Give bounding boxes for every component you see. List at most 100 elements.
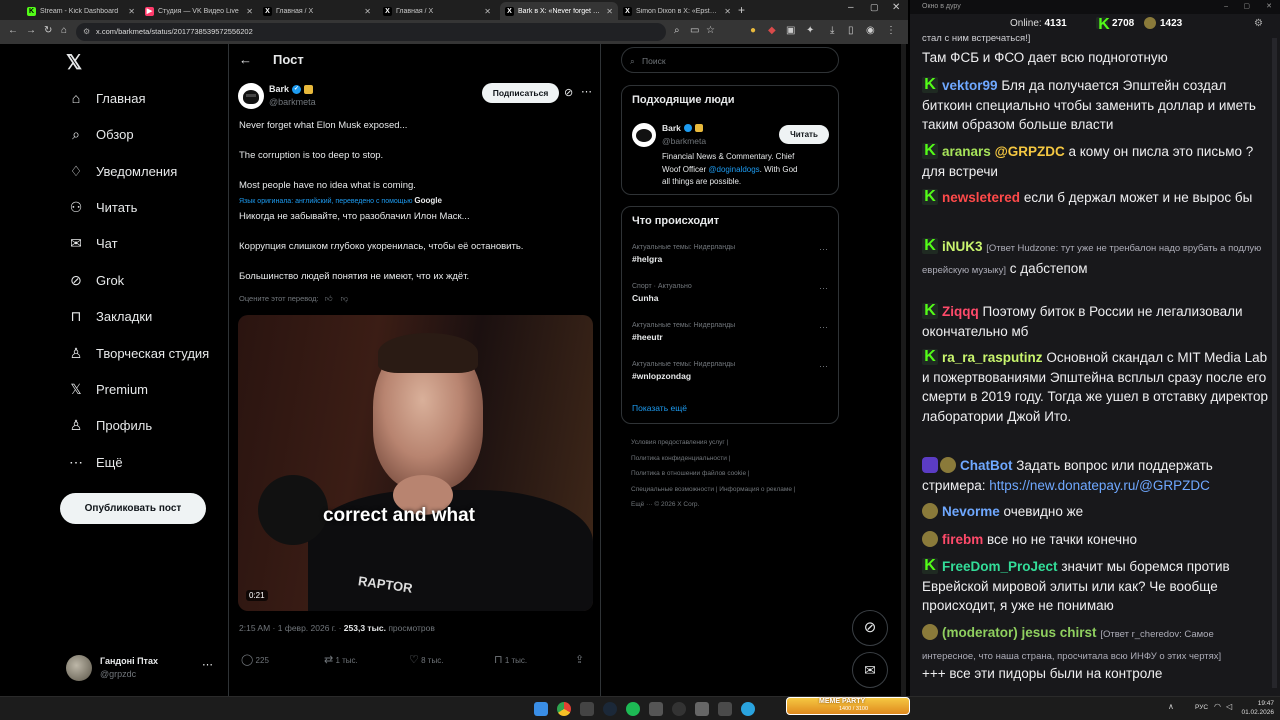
chat-username[interactable]: ra_ra_rasputinz	[942, 350, 1043, 365]
nav-item[interactable]: ⊘ Grok	[68, 272, 124, 288]
grok-float-button[interactable]: ⊘	[852, 610, 888, 646]
chrome-icon[interactable]	[557, 702, 571, 716]
tab-close-icon[interactable]: ✕	[128, 7, 135, 16]
steam-icon[interactable]	[603, 702, 617, 716]
page-scrollbar[interactable]	[901, 44, 906, 696]
nav-item[interactable]: ♙ Творческая студия	[68, 345, 210, 361]
volume-icon[interactable]: ◁	[1226, 702, 1232, 711]
follow-button[interactable]: Читать	[779, 125, 829, 144]
share-icon[interactable]: ⇪	[575, 653, 584, 666]
chat-minimize-button[interactable]: –	[1224, 0, 1228, 14]
window-maximize-button[interactable]: ▢	[870, 2, 879, 13]
site-info-icon[interactable]: ⚙	[83, 23, 90, 41]
chat-username[interactable]: aranars	[942, 144, 991, 159]
nav-item[interactable]: ⌂ Главная	[68, 90, 146, 106]
back-arrow-icon[interactable]: ←	[239, 52, 252, 67]
trend-item[interactable]: Спорт · Актуально Cunha ⋯	[632, 283, 828, 303]
footer-link[interactable]: Политика в отношении файлов cookie	[631, 470, 746, 477]
suggested-name[interactable]: Bark	[662, 123, 703, 133]
suggested-avatar[interactable]	[632, 123, 656, 147]
post-more-icon[interactable]: ⋯	[581, 85, 592, 98]
translation-note[interactable]: Язык оригинала: английский, переведено с…	[239, 196, 442, 205]
messages-float-button[interactable]: ✉	[852, 652, 888, 688]
nav-item[interactable]: ⌕ Обзор	[68, 126, 133, 142]
reload-icon[interactable]: ↻	[44, 25, 52, 36]
window-minimize-button[interactable]: –	[848, 2, 854, 13]
new-tab-button[interactable]: +	[738, 3, 745, 17]
meme-party-widget[interactable]: MEME PARTY 1400 / 3100	[786, 697, 910, 715]
mention-link[interactable]: @doginaldogs	[708, 165, 759, 174]
thumbs-up-icon[interactable]: 👍︎	[325, 294, 333, 303]
nav-item[interactable]: ♙ Профиль	[68, 417, 152, 433]
telegram-icon[interactable]	[741, 702, 755, 716]
footer-link[interactable]: Политика конфиденциальности	[631, 455, 727, 462]
chat-username[interactable]: iNUK3	[942, 239, 983, 254]
tab-close-icon[interactable]: ✕	[724, 7, 731, 16]
chat-username[interactable]: FreeDom_ProJect	[942, 559, 1058, 574]
bookmark-button[interactable]: ⊓ 1 тыс.	[494, 653, 527, 666]
chat-mention[interactable]: @GRPZDC	[995, 144, 1065, 159]
nav-item[interactable]: ⋯ Ещё	[68, 454, 123, 470]
menu-dots-icon[interactable]: ⋮	[886, 25, 896, 36]
obs-icon[interactable]	[672, 702, 686, 716]
browser-tab[interactable]: X Главная / X ✕	[258, 2, 376, 20]
chat-maximize-button[interactable]: ▢	[1243, 0, 1250, 14]
chat-username[interactable]: newsletered	[942, 190, 1020, 205]
back-icon[interactable]: ←	[8, 25, 18, 36]
trend-item[interactable]: Актуальные темы: Нидерланды #wnlopzondag ⋯	[632, 361, 828, 381]
windows-start-icon[interactable]	[534, 702, 548, 716]
author-name[interactable]: Bark ✓	[269, 84, 314, 94]
taskbar-app-icon[interactable]	[695, 702, 709, 716]
account-switcher[interactable]: Гандоні Птах @grpzdc ⋯	[66, 654, 216, 682]
browser-tab[interactable]: X Главная / X ✕	[378, 2, 496, 20]
grok-icon[interactable]: ⊘	[564, 86, 573, 99]
trend-more-icon[interactable]: ⋯	[819, 283, 828, 294]
chat-username[interactable]: firebm	[942, 532, 983, 547]
profile-browser-icon[interactable]: ◉	[866, 25, 875, 36]
browser-tab[interactable]: X Simon Dixon в X: «Epstein files» ✕	[618, 2, 736, 20]
nav-item[interactable]: ♢ Уведомления	[68, 163, 178, 179]
chat-username[interactable]: vektor99	[942, 78, 998, 93]
clock[interactable]: 19:47 01.02.2026	[1238, 699, 1274, 717]
more-icon[interactable]: ⋯	[202, 658, 213, 671]
thumbs-down-icon[interactable]: 👎︎	[341, 294, 349, 303]
tab-close-icon[interactable]: ✕	[606, 7, 613, 16]
home-browser-icon[interactable]: ⌂	[61, 25, 67, 36]
nav-item[interactable]: ⊓ Закладки	[68, 308, 153, 324]
tab-close-icon[interactable]: ✕	[246, 7, 253, 16]
post-video[interactable]: RAPTOR correct and what 0:21	[238, 315, 593, 611]
chat-username[interactable]: Nevorme	[942, 504, 1000, 519]
footer-link[interactable]: Информация о рекламе	[719, 486, 792, 493]
taskbar-app-icon[interactable]	[580, 702, 594, 716]
show-more-link[interactable]: Показать ещё	[632, 403, 687, 413]
x-logo-icon[interactable]: 𝕏	[66, 50, 82, 75]
nav-item[interactable]: 𝕏 Premium	[68, 381, 148, 397]
url-bar[interactable]: ⚙ x.com/barkmeta/status/2017738539572556…	[76, 23, 666, 41]
trend-item[interactable]: Актуальные темы: Нидерланды #heeutr ⋯	[632, 322, 828, 342]
footer-link[interactable]: Условия предоставления услуг	[631, 439, 725, 446]
nav-item[interactable]: ✉ Чат	[68, 235, 117, 251]
taskbar-app-icon[interactable]	[649, 702, 663, 716]
publish-post-button[interactable]: Опубликовать пост	[60, 493, 206, 524]
subscribe-button[interactable]: Подписаться	[482, 83, 559, 103]
search-box[interactable]: ⌕ Поиск	[621, 47, 839, 73]
trend-more-icon[interactable]: ⋯	[819, 361, 828, 372]
chat-username[interactable]: Ziqqq	[942, 304, 979, 319]
like-button[interactable]: ♡ 8 тыс.	[409, 653, 443, 666]
network-icon[interactable]: ◠	[1214, 702, 1221, 711]
language-indicator[interactable]: РУС	[1195, 704, 1208, 711]
chat-close-button[interactable]: ✕	[1266, 0, 1272, 14]
nav-item[interactable]: ⚇ Читать	[68, 199, 138, 215]
author-avatar[interactable]	[238, 83, 264, 109]
taskbar-app-icon[interactable]	[718, 702, 732, 716]
forward-icon[interactable]: →	[26, 25, 36, 36]
tab-close-icon[interactable]: ✕	[484, 7, 491, 16]
trend-item[interactable]: Актуальные темы: Нидерланды #helgra ⋯	[632, 244, 828, 264]
trend-more-icon[interactable]: ⋯	[819, 244, 828, 255]
browser-tab[interactable]: ▶ Студия — VK Видео Live ✕	[140, 2, 258, 20]
extension-icon[interactable]: ●	[750, 25, 756, 36]
chat-settings-icon[interactable]: ⚙	[1254, 18, 1263, 29]
browser-tab[interactable]: K Stream - Kick Dashboard ✕	[22, 2, 140, 20]
zoom-icon[interactable]: ⌕	[674, 25, 680, 36]
chat-username[interactable]: ChatBot	[960, 458, 1013, 473]
